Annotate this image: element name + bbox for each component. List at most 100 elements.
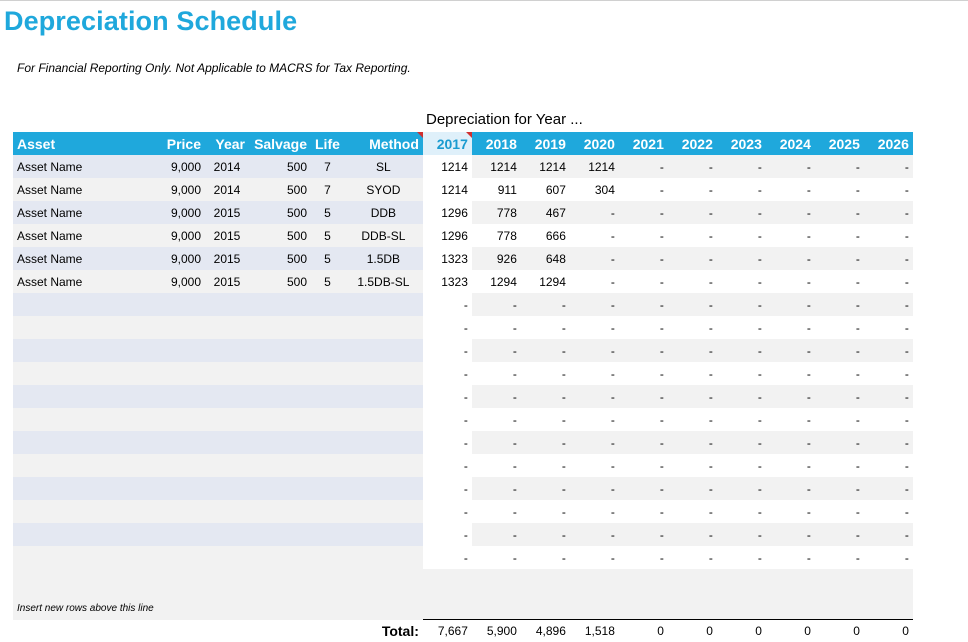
- price-cell[interactable]: [155, 385, 205, 408]
- depreciation-cell[interactable]: -: [668, 362, 717, 385]
- life-cell[interactable]: [311, 385, 344, 408]
- year-cell[interactable]: 2015: [205, 201, 249, 224]
- depreciation-cell[interactable]: -: [864, 500, 913, 523]
- depreciation-cell[interactable]: -: [668, 293, 717, 316]
- depreciation-cell[interactable]: -: [668, 523, 717, 546]
- method-cell[interactable]: [344, 477, 423, 500]
- method-cell[interactable]: SL: [344, 155, 423, 178]
- depreciation-cell[interactable]: -: [570, 408, 619, 431]
- depreciation-cell[interactable]: -: [423, 431, 472, 454]
- depreciation-cell[interactable]: -: [717, 431, 766, 454]
- asset-name-cell[interactable]: [13, 477, 155, 500]
- depreciation-cell[interactable]: 1323: [423, 270, 472, 293]
- depreciation-cell[interactable]: -: [815, 178, 864, 201]
- depreciation-cell[interactable]: -: [766, 293, 815, 316]
- depreciation-cell[interactable]: 778: [472, 201, 521, 224]
- col-header-year-4[interactable]: 2020: [570, 132, 619, 155]
- depreciation-cell[interactable]: -: [521, 316, 570, 339]
- total-cell[interactable]: 7,667: [423, 620, 472, 642]
- depreciation-cell[interactable]: -: [619, 523, 668, 546]
- year-cell[interactable]: [205, 454, 249, 477]
- depreciation-cell[interactable]: -: [570, 500, 619, 523]
- year-cell[interactable]: [205, 362, 249, 385]
- method-cell[interactable]: DDB-SL: [344, 224, 423, 247]
- depreciation-cell[interactable]: -: [766, 385, 815, 408]
- depreciation-cell[interactable]: -: [815, 477, 864, 500]
- depreciation-cell[interactable]: -: [472, 385, 521, 408]
- depreciation-cell[interactable]: -: [668, 431, 717, 454]
- method-cell[interactable]: [344, 431, 423, 454]
- life-cell[interactable]: [311, 546, 344, 569]
- depreciation-cell[interactable]: -: [668, 178, 717, 201]
- depreciation-cell[interactable]: -: [570, 339, 619, 362]
- depreciation-cell[interactable]: -: [815, 293, 864, 316]
- depreciation-cell[interactable]: -: [521, 339, 570, 362]
- depreciation-cell[interactable]: -: [668, 339, 717, 362]
- total-cell[interactable]: 0: [815, 620, 864, 642]
- method-cell[interactable]: SYOD: [344, 178, 423, 201]
- depreciation-cell[interactable]: -: [864, 201, 913, 224]
- depreciation-cell[interactable]: 1214: [423, 178, 472, 201]
- year-cell[interactable]: 2015: [205, 224, 249, 247]
- salvage-cell[interactable]: 500: [249, 224, 311, 247]
- salvage-cell[interactable]: 500: [249, 155, 311, 178]
- year-cell[interactable]: [205, 431, 249, 454]
- method-cell[interactable]: [344, 546, 423, 569]
- method-cell[interactable]: [344, 385, 423, 408]
- depreciation-cell[interactable]: -: [766, 523, 815, 546]
- life-cell[interactable]: [311, 316, 344, 339]
- depreciation-cell[interactable]: -: [472, 546, 521, 569]
- depreciation-cell[interactable]: -: [766, 178, 815, 201]
- depreciation-cell[interactable]: 607: [521, 178, 570, 201]
- price-cell[interactable]: [155, 339, 205, 362]
- depreciation-cell[interactable]: -: [864, 385, 913, 408]
- depreciation-cell[interactable]: 1214: [521, 155, 570, 178]
- life-cell[interactable]: [311, 408, 344, 431]
- salvage-cell[interactable]: 500: [249, 201, 311, 224]
- depreciation-cell[interactable]: -: [521, 408, 570, 431]
- depreciation-cell[interactable]: -: [864, 293, 913, 316]
- asset-name-cell[interactable]: [13, 362, 155, 385]
- depreciation-cell[interactable]: 1214: [423, 155, 472, 178]
- total-cell[interactable]: 0: [864, 620, 913, 642]
- asset-name-cell[interactable]: [13, 316, 155, 339]
- depreciation-cell[interactable]: -: [766, 431, 815, 454]
- depreciation-cell[interactable]: -: [570, 247, 619, 270]
- depreciation-cell[interactable]: -: [619, 546, 668, 569]
- depreciation-cell[interactable]: -: [570, 293, 619, 316]
- asset-name-cell[interactable]: [13, 293, 155, 316]
- depreciation-cell[interactable]: -: [619, 178, 668, 201]
- year-cell[interactable]: [205, 546, 249, 569]
- year-cell[interactable]: 2015: [205, 270, 249, 293]
- depreciation-cell[interactable]: -: [864, 224, 913, 247]
- asset-name-cell[interactable]: Asset Name: [13, 178, 155, 201]
- depreciation-cell[interactable]: -: [619, 224, 668, 247]
- asset-name-cell[interactable]: [13, 339, 155, 362]
- depreciation-cell[interactable]: 467: [521, 201, 570, 224]
- depreciation-cell[interactable]: -: [815, 155, 864, 178]
- depreciation-cell[interactable]: -: [570, 431, 619, 454]
- asset-name-cell[interactable]: [13, 454, 155, 477]
- price-cell[interactable]: [155, 546, 205, 569]
- col-header-year-3[interactable]: 2019: [521, 132, 570, 155]
- depreciation-cell[interactable]: -: [521, 293, 570, 316]
- depreciation-cell[interactable]: -: [570, 454, 619, 477]
- depreciation-cell[interactable]: -: [619, 431, 668, 454]
- depreciation-cell[interactable]: -: [815, 454, 864, 477]
- depreciation-cell[interactable]: -: [570, 385, 619, 408]
- year-cell[interactable]: [205, 500, 249, 523]
- depreciation-cell[interactable]: 648: [521, 247, 570, 270]
- depreciation-cell[interactable]: -: [766, 247, 815, 270]
- col-header-year-2[interactable]: 2018: [472, 132, 521, 155]
- depreciation-cell[interactable]: -: [423, 523, 472, 546]
- method-cell[interactable]: [344, 339, 423, 362]
- depreciation-cell[interactable]: -: [766, 408, 815, 431]
- depreciation-cell[interactable]: 1323: [423, 247, 472, 270]
- total-cell[interactable]: 5,900: [472, 620, 521, 642]
- depreciation-cell[interactable]: -: [423, 477, 472, 500]
- depreciation-cell[interactable]: -: [521, 477, 570, 500]
- life-cell[interactable]: [311, 523, 344, 546]
- year-cell[interactable]: [205, 316, 249, 339]
- salvage-cell[interactable]: [249, 431, 311, 454]
- depreciation-cell[interactable]: -: [717, 316, 766, 339]
